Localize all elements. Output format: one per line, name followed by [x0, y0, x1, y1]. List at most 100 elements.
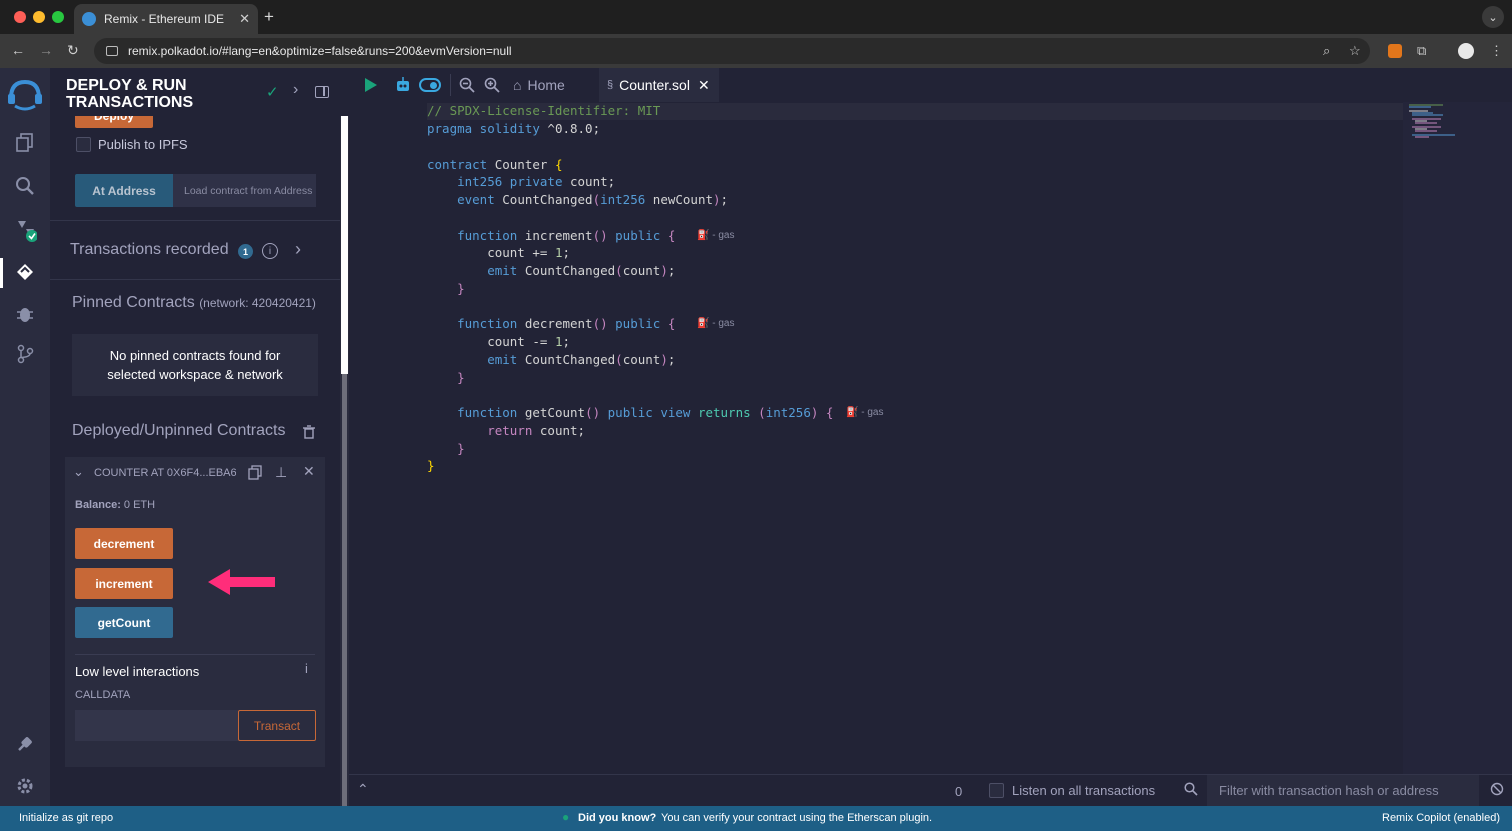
minimize-window-button[interactable] — [33, 11, 45, 23]
settings-gear-icon[interactable] — [13, 774, 37, 798]
gas-estimate-hint: ⛽ - gas — [697, 230, 735, 241]
transaction-filter-input[interactable]: Filter with transaction hash or address — [1207, 775, 1479, 806]
code-line: } — [457, 441, 465, 456]
git-branch-icon[interactable] — [13, 342, 37, 366]
plugin-manager-icon[interactable] — [13, 732, 37, 756]
increment-button[interactable]: increment — [75, 568, 173, 599]
back-arrow-icon[interactable]: ← — [11, 42, 25, 58]
balance-value: 0 ETH — [123, 499, 156, 511]
transactions-recorded-label[interactable]: Transactions recorded — [70, 241, 229, 259]
pinned-network-label: (network: 420420421) — [199, 296, 316, 310]
line-number-gutter — [349, 102, 427, 774]
extensions-puzzle-icon[interactable]: ⧉ — [1417, 43, 1426, 59]
bookmark-star-icon[interactable]: ☆ — [1349, 43, 1361, 59]
toggle-panel-icon[interactable] — [315, 86, 329, 98]
close-tab-icon[interactable]: ✕ — [698, 77, 710, 94]
close-window-button[interactable] — [14, 11, 26, 23]
url-field[interactable]: remix.polkadot.io/#lang=en&optimize=fals… — [94, 38, 1370, 64]
deploy-run-icon[interactable] — [13, 260, 37, 284]
browser-menu-icon[interactable]: ⋮ — [1490, 43, 1503, 59]
tab-counter-sol[interactable]: § Counter.sol ✕ — [599, 68, 719, 102]
chevron-right-icon[interactable]: › — [295, 239, 301, 260]
code-line: function increment() public { — [457, 228, 676, 243]
balance-row: Balance: 0 ETH — [75, 499, 155, 511]
load-contract-address-input[interactable]: Load contract from Address — [173, 174, 316, 207]
contract-instance-name[interactable]: COUNTER AT 0X6F4...EBA6 — [94, 467, 236, 479]
code-line: } — [457, 281, 465, 296]
metamask-extension-icon[interactable] — [1388, 44, 1402, 58]
transact-button[interactable]: Transact — [238, 710, 316, 741]
solidity-file-icon: § — [607, 79, 614, 91]
reload-icon[interactable]: ↻ — [67, 42, 79, 59]
divider — [75, 654, 315, 655]
panel-title: DEPLOY & RUN TRANSACTIONS — [66, 77, 194, 111]
editor-tab-bar: ⌂ Home § Counter.sol ✕ — [349, 68, 1512, 102]
browser-tab-title: Remix - Ethereum IDE — [104, 12, 225, 26]
tab-home[interactable]: ⌂ Home — [507, 68, 597, 102]
code-line: return count; — [487, 423, 586, 438]
balance-label: Balance: — [75, 499, 121, 511]
new-tab-button[interactable]: + — [264, 7, 274, 27]
tab-search-chevron-icon[interactable]: ⌄ — [1482, 6, 1504, 28]
terminal-bar: ⌃ 0 Listen on all transactions Filter wi… — [349, 774, 1512, 806]
at-address-button[interactable]: At Address — [75, 174, 173, 207]
terminal-search-icon[interactable] — [1184, 782, 1198, 801]
chevron-right-icon[interactable]: › — [293, 81, 298, 99]
did-you-know-label: Did you know? — [578, 812, 657, 824]
remove-instance-icon[interactable]: ✕ — [303, 463, 315, 480]
profile-avatar[interactable] — [1458, 43, 1474, 59]
remix-copilot-status[interactable]: Remix Copilot (enabled) — [1382, 812, 1500, 824]
forward-arrow-icon[interactable]: → — [39, 42, 53, 58]
getcount-button[interactable]: getCount — [75, 607, 173, 638]
close-tab-icon[interactable]: ✕ — [239, 11, 250, 27]
zoom-in-icon[interactable] — [484, 77, 500, 98]
url-text: remix.polkadot.io/#lang=en&optimize=fals… — [128, 44, 512, 58]
browser-tab[interactable]: Remix - Ethereum IDE ✕ — [74, 4, 258, 34]
pinned-contracts-label: Pinned Contracts — [72, 294, 195, 311]
calldata-label: CALLDATA — [75, 689, 131, 701]
copy-icon[interactable] — [248, 465, 262, 480]
file-explorer-icon[interactable] — [13, 130, 37, 154]
tip-text: You can verify your contract using the E… — [661, 812, 933, 824]
collapse-chevron-down-icon[interactable]: ⌄ — [73, 464, 84, 480]
expand-terminal-icon[interactable]: ⌃ — [357, 781, 369, 798]
code-line: int256 private count; — [457, 174, 616, 189]
checkmark-icon: ✓ — [266, 84, 279, 101]
info-icon[interactable]: i — [262, 243, 278, 259]
code-line: emit CountChanged(count); — [487, 352, 676, 367]
panel-scrollbar-thumb[interactable] — [341, 116, 348, 374]
divider — [50, 279, 340, 280]
run-script-play-icon[interactable] — [364, 77, 378, 98]
remix-icon-panel — [0, 68, 50, 806]
maximize-window-button[interactable] — [52, 11, 64, 23]
decrement-button[interactable]: decrement — [75, 528, 173, 559]
minimap-preview — [1409, 104, 1455, 138]
copilot-robot-icon[interactable] — [394, 76, 412, 99]
solidity-compiler-icon[interactable] — [13, 218, 37, 242]
copilot-toggle-switch[interactable] — [419, 78, 441, 92]
listen-all-tx-checkbox[interactable] — [989, 783, 1004, 798]
code-line: } — [457, 370, 465, 385]
debugger-bug-icon[interactable] — [13, 302, 37, 326]
status-bar: Initialize as git repo ● Did you know? Y… — [0, 806, 1512, 831]
divider — [450, 74, 451, 96]
code-editor[interactable]: 1 2 3 4 5 6 7 8 9 10 11 12 13 14 15 16 1… — [349, 102, 1512, 774]
trash-icon[interactable] — [302, 424, 316, 440]
editor-area: ⌂ Home § Counter.sol ✕ 1 2 3 4 5 6 7 8 9… — [349, 68, 1512, 806]
zoom-icon[interactable]: ⌕ — [1323, 43, 1330, 59]
zoom-out-icon[interactable] — [459, 77, 475, 98]
search-icon[interactable] — [13, 174, 37, 198]
listen-all-tx-label: Listen on all transactions — [1012, 783, 1156, 798]
publish-ipfs-checkbox[interactable] — [76, 137, 91, 152]
calldata-input[interactable] — [75, 710, 238, 741]
minimap[interactable] — [1403, 102, 1512, 774]
remix-logo-icon[interactable] — [5, 76, 45, 112]
site-settings-icon[interactable] — [106, 46, 118, 56]
arrow-pointer-annotation — [208, 567, 278, 597]
low-level-info-icon[interactable]: i — [305, 661, 308, 676]
deploy-run-panel: DEPLOY & RUN TRANSACTIONS ✓ › Deploy Pub… — [50, 68, 349, 806]
browser-tab-bar: Remix - Ethereum IDE ✕ + ⌄ — [0, 0, 1512, 34]
pin-icon[interactable]: ⊥ — [275, 464, 287, 481]
clear-console-icon[interactable] — [1490, 782, 1504, 801]
init-git-repo-link[interactable]: Initialize as git repo — [19, 812, 113, 824]
